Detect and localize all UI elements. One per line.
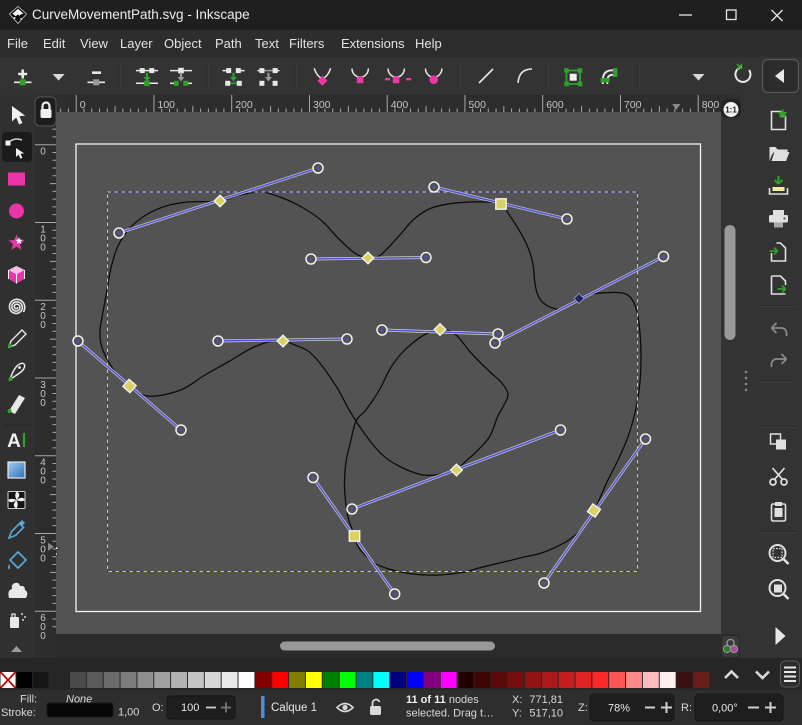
svg-text:517,10: 517,10 [529,708,563,720]
svg-text:500: 500 [468,99,486,111]
svg-text:Stroke:: Stroke: [1,707,36,719]
svg-text:100: 100 [158,99,176,111]
svg-text:Fill:: Fill: [20,694,37,706]
svg-text:R:: R: [681,702,692,714]
svg-text:1,00: 1,00 [118,707,139,719]
svg-text:11 of 11 nodes: 11 of 11 nodes [406,694,479,706]
svg-text:800: 800 [702,99,720,111]
svg-text:0: 0 [40,147,46,158]
svg-text:Z:: Z: [578,702,588,714]
svg-text:Calque 1: Calque 1 [271,702,317,714]
svg-text:selected. Drag t…: selected. Drag t… [406,708,494,720]
svg-text:0: 0 [40,476,46,487]
svg-text:200: 200 [235,99,253,111]
svg-text:X:: X: [512,694,522,706]
svg-text:400: 400 [391,99,409,111]
svg-text:100: 100 [181,702,199,714]
svg-text:0: 0 [40,243,46,254]
svg-text:0: 0 [40,553,46,564]
svg-text:0: 0 [80,99,86,111]
svg-text:0: 0 [40,631,46,642]
svg-text:0: 0 [40,320,46,331]
svg-text:771,81: 771,81 [529,694,563,706]
svg-text:300: 300 [313,99,331,111]
svg-text:0,00°: 0,00° [712,703,738,715]
svg-text:A: A [7,431,21,452]
svg-text:700: 700 [624,99,642,111]
svg-text:O:: O: [152,702,164,714]
svg-text:1:1: 1:1 [725,106,737,115]
svg-text:Y:: Y: [512,708,522,720]
svg-text:0: 0 [40,398,46,409]
svg-text:600: 600 [546,99,564,111]
svg-text:78%: 78% [608,703,630,715]
